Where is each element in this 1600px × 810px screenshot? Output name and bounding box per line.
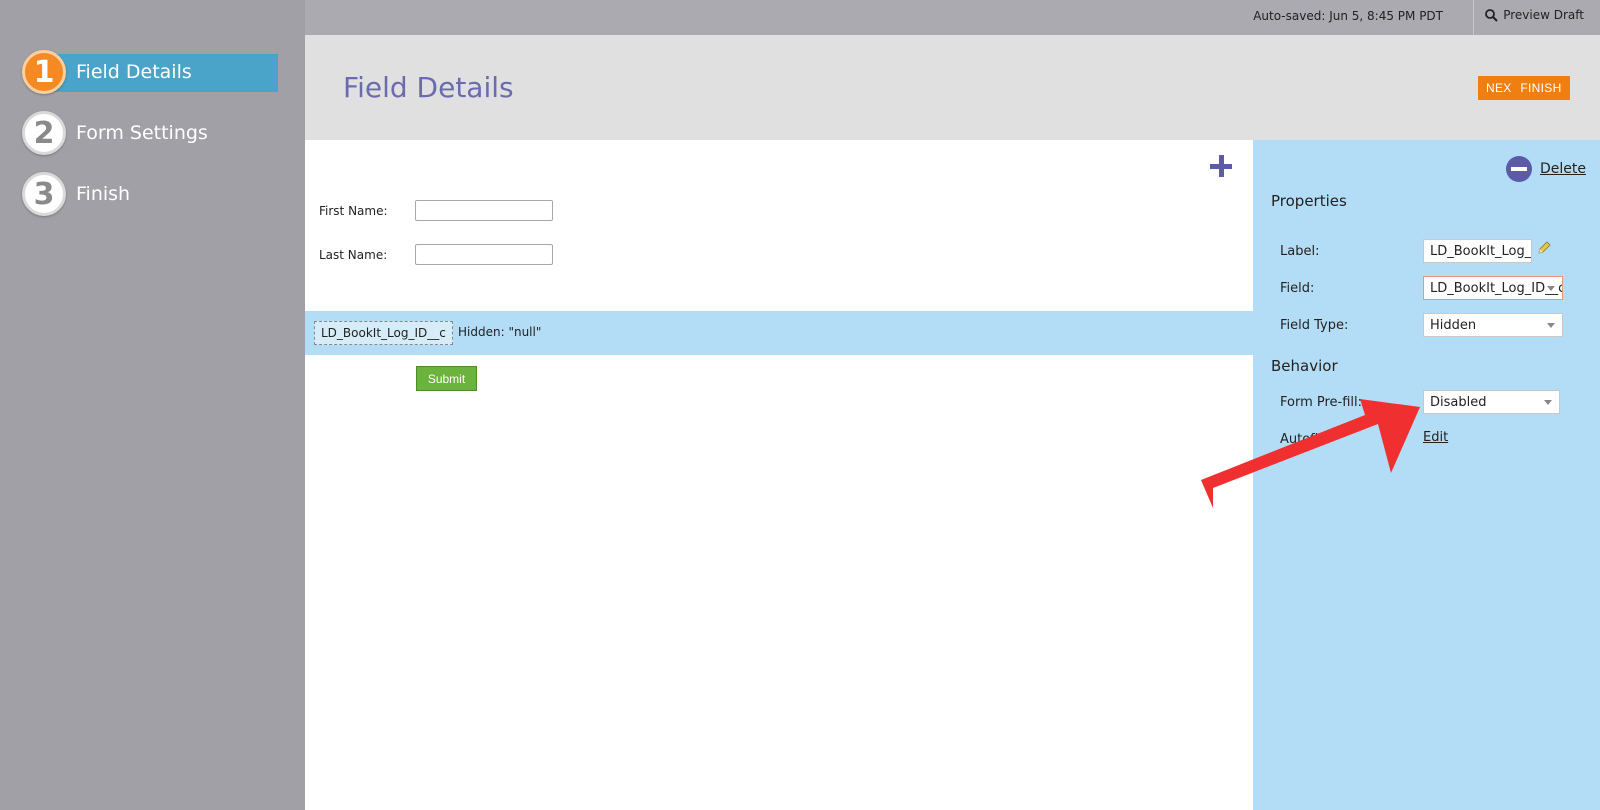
submit-button[interactable]: Submit	[416, 366, 477, 391]
step-number-1: 1	[22, 50, 66, 94]
chevron-down-icon	[1544, 400, 1552, 405]
finish-button[interactable]: FINISH	[1512, 76, 1570, 100]
field-type-label: Field Type:	[1280, 318, 1349, 333]
last-name-label: Last Name:	[319, 247, 388, 262]
field-select[interactable]: LD_BookIt_Log_ID__c	[1423, 276, 1563, 300]
label-input[interactable]: LD_BookIt_Log_ID__c	[1423, 239, 1532, 263]
form-row-first-name: First Name:	[319, 200, 553, 221]
form-prefill-select[interactable]: Disabled	[1423, 390, 1560, 414]
properties-heading: Properties	[1271, 192, 1347, 210]
preview-draft-label: Preview Draft	[1503, 8, 1584, 22]
field-type-value: Hidden	[1430, 318, 1477, 333]
wizard-sidebar: 1 Field Details 2 Form Settings 3 Finish	[0, 0, 305, 810]
chevron-down-icon	[1547, 323, 1555, 328]
last-name-input[interactable]	[415, 244, 553, 265]
form-prefill-value: Disabled	[1430, 395, 1487, 410]
top-bar: Auto-saved: Jun 5, 8:45 PM PDT Preview D…	[305, 0, 1600, 35]
search-icon	[1485, 8, 1498, 22]
chevron-down-icon	[1547, 286, 1555, 291]
form-prefill-label: Form Pre-fill:	[1280, 395, 1363, 410]
step-form-settings[interactable]: 2 Form Settings	[22, 111, 208, 155]
step-number-2: 2	[22, 111, 66, 155]
hidden-field-note: Hidden: "null"	[458, 325, 542, 339]
minus-circle-icon	[1506, 156, 1532, 182]
form-canvas: First Name: Last Name: LD_BookIt_Log_ID_…	[305, 140, 1253, 810]
page-title: Field Details	[343, 71, 514, 104]
autosave-status: Auto-saved: Jun 5, 8:45 PM PDT	[1253, 9, 1443, 23]
topbar-divider	[1473, 0, 1474, 35]
delete-field-button[interactable]: Delete	[1506, 156, 1586, 182]
first-name-input[interactable]	[415, 200, 553, 221]
autofill-edit-link[interactable]: Edit	[1423, 430, 1448, 445]
first-name-label: First Name:	[319, 203, 388, 218]
hidden-field-row[interactable]: LD_BookIt_Log_ID__c Hidden: "null"	[305, 311, 1253, 355]
autofill-label: Autofill:	[1280, 432, 1330, 447]
preview-draft-button[interactable]: Preview Draft	[1485, 8, 1584, 22]
step-number-3: 3	[22, 172, 66, 216]
behavior-heading: Behavior	[1271, 357, 1338, 375]
pencil-icon[interactable]	[1536, 240, 1552, 256]
field-label: Field:	[1280, 281, 1315, 296]
properties-panel: Delete Properties Label: LD_BookIt_Log_I…	[1253, 140, 1600, 810]
step-label: Form Settings	[76, 122, 208, 144]
field-type-select[interactable]: Hidden	[1423, 313, 1563, 337]
form-row-last-name: Last Name:	[319, 244, 553, 265]
step-field-details[interactable]: 1 Field Details	[22, 50, 278, 94]
field-select-value: LD_BookIt_Log_ID__c	[1430, 281, 1563, 296]
delete-link[interactable]: Delete	[1540, 161, 1586, 177]
label-label: Label:	[1280, 244, 1320, 259]
hidden-field-name[interactable]: LD_BookIt_Log_ID__c	[314, 321, 453, 345]
page-header: Field Details NEXT FINISH	[305, 35, 1600, 140]
step-finish[interactable]: 3 Finish	[22, 172, 131, 216]
step-label: Finish	[76, 183, 131, 205]
step-label: Field Details	[76, 61, 192, 83]
add-field-plus-icon[interactable]	[1209, 154, 1233, 178]
